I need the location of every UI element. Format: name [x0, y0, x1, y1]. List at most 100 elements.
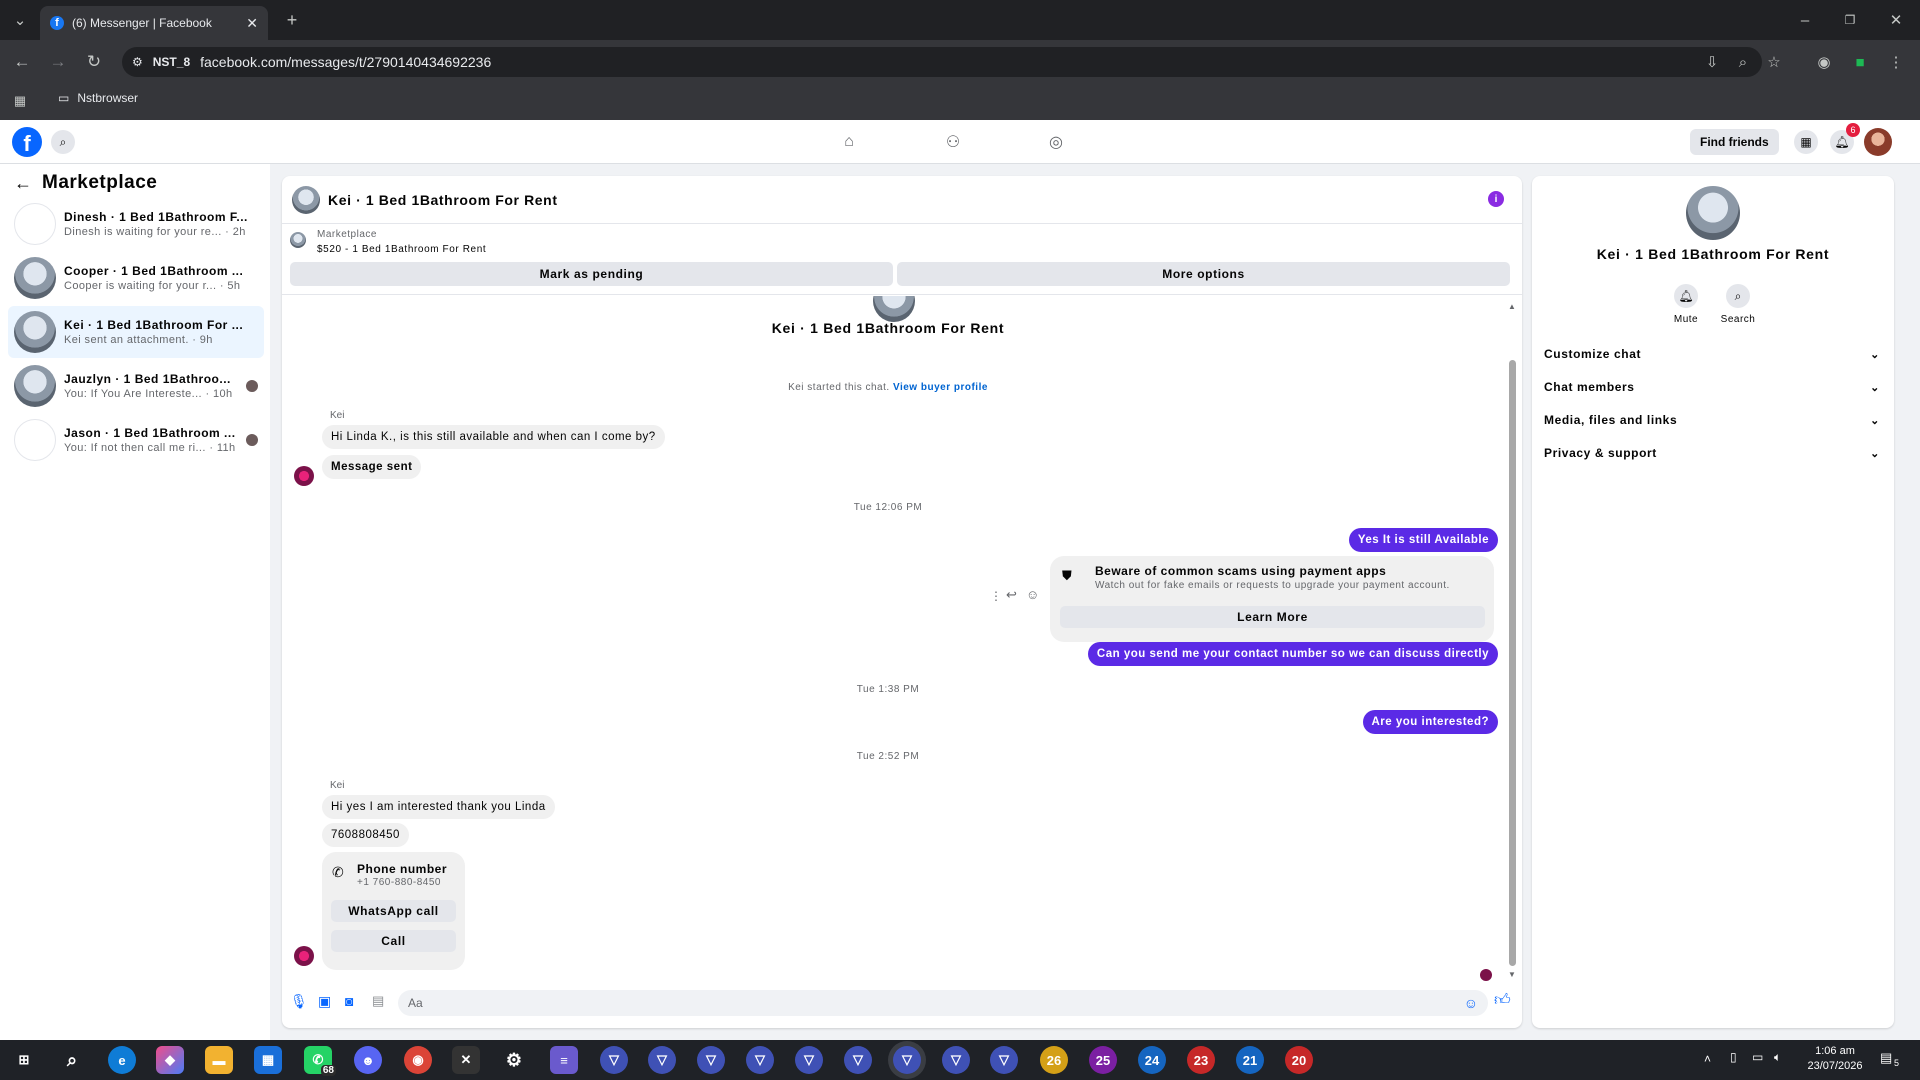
thumbs-up-icon[interactable]: 👍︎ — [1494, 991, 1511, 1010]
xbox-icon[interactable]: ✕ — [452, 1046, 480, 1074]
whatsapp-call-button[interactable]: WhatsApp call — [331, 900, 456, 922]
privacy-support-section[interactable]: Privacy & support ⌄ — [1544, 441, 1880, 465]
view-buyer-profile-link[interactable]: View buyer profile — [893, 382, 988, 393]
zoom-icon[interactable]: ⌕ — [1731, 50, 1755, 74]
network-icon[interactable]: ▭ — [1752, 1050, 1763, 1064]
conversation-cooper[interactable]: Cooper · 1 Bed 1Bathroom ... Cooper is w… — [8, 252, 264, 304]
numbered-app-icon[interactable]: 20 — [1285, 1046, 1313, 1074]
nstbrowser-icon[interactable]: ▽ — [648, 1046, 676, 1074]
browser-menu-icon[interactable]: ⋮ — [1884, 50, 1908, 74]
search-in-conversation-button[interactable]: ⌕ Search — [1718, 284, 1758, 325]
page-scrollbar[interactable] — [1906, 164, 1918, 1040]
message-bubble-incoming[interactable]: Message sent — [322, 455, 422, 479]
site-info-icon[interactable]: ⚙ — [132, 55, 143, 69]
nstbrowser-icon[interactable]: ▽ — [746, 1046, 774, 1074]
new-tab-plus-icon[interactable]: + — [280, 8, 304, 32]
restore-window-icon[interactable]: ❐ — [1838, 8, 1862, 32]
numbered-app-icon[interactable]: 24 — [1138, 1046, 1166, 1074]
chat-scrollbar[interactable]: ▲ ▼ — [1508, 302, 1516, 980]
listing-thumbnail[interactable] — [290, 232, 306, 248]
details-avatar[interactable] — [1686, 186, 1740, 240]
menu-grid-icon[interactable]: ▦ — [1794, 130, 1818, 154]
scrollbar-thumb[interactable] — [1509, 360, 1516, 966]
nstbrowser-icon[interactable]: ▽ — [697, 1046, 725, 1074]
chat-profile-avatar[interactable] — [873, 296, 915, 322]
sticker-icon[interactable]: ◙ — [345, 993, 353, 1009]
conversation-jason[interactable]: Jason · 1 Bed 1Bathroom ... You: If not … — [8, 414, 264, 466]
volume-icon[interactable]: 🔈︎ — [1774, 1050, 1781, 1065]
nstbrowser-icon[interactable]: ▽ — [844, 1046, 872, 1074]
emoji-icon[interactable]: ☺ — [1464, 995, 1478, 1011]
conversation-jauzlyn[interactable]: Jauzlyn · 1 Bed 1Bathroo... You: If You … — [8, 360, 264, 412]
microsoft-store-icon[interactable]: ▦ — [254, 1046, 282, 1074]
call-button[interactable]: Call — [331, 930, 456, 952]
home-icon[interactable]: ⌂ — [837, 130, 861, 154]
message-input[interactable]: Aa ☺ — [398, 990, 1488, 1016]
message-bubble-outgoing[interactable]: Yes It is still Available — [1348, 528, 1498, 552]
microphone-icon[interactable]: 🎙︎ — [290, 993, 308, 1010]
message-bubble-incoming[interactable]: Hi yes I am interested thank you Linda — [322, 795, 555, 819]
numbered-app-icon[interactable]: 23 — [1187, 1046, 1215, 1074]
more-actions-icon[interactable]: ⋮ — [990, 589, 1002, 603]
find-friends-button[interactable]: Find friends — [1690, 129, 1779, 155]
address-bar[interactable]: ⚙ NST_8 facebook.com/messages/t/27901404… — [122, 47, 1762, 77]
windows-start-icon[interactable]: ⊞ — [10, 1046, 38, 1074]
meet-now-icon[interactable]: ▯ — [1730, 1050, 1737, 1064]
conversation-kei[interactable]: Kei · 1 Bed 1Bathroom For ... Kei sent a… — [8, 306, 264, 358]
message-bubble-outgoing[interactable]: Can you send me your contact number so w… — [1087, 642, 1498, 666]
profile-avatar[interactable] — [1864, 128, 1892, 156]
browser-tab-messenger[interactable]: f (6) Messenger | Facebook ✕ — [40, 6, 268, 40]
sender-avatar[interactable] — [294, 466, 314, 486]
tab-search-chevron-icon[interactable]: ⌄ — [8, 8, 32, 32]
chat-members-section[interactable]: Chat members ⌄ — [1544, 375, 1880, 399]
minimize-window-icon[interactable]: – — [1793, 8, 1817, 32]
chat-header-title[interactable]: Kei · 1 Bed 1Bathroom For Rent — [328, 192, 558, 208]
discord-icon[interactable]: ☻ — [354, 1046, 382, 1074]
show-hidden-icons-chevron-icon[interactable]: ˄ — [1704, 1052, 1711, 1066]
system-clock[interactable]: 1:06 am 23/07/2026 — [1800, 1044, 1870, 1074]
mute-button[interactable]: 🔔︎ Mute — [1666, 284, 1706, 325]
tab-close-icon[interactable]: ✕ — [246, 15, 258, 32]
groups-icon[interactable]: ◎ — [1044, 130, 1068, 154]
stremio-icon[interactable]: ≡ — [550, 1046, 578, 1074]
edge-browser-icon[interactable]: e — [108, 1046, 136, 1074]
gif-icon[interactable]: ▤ — [372, 993, 384, 1009]
chat-header-avatar[interactable] — [292, 185, 320, 214]
numbered-app-icon[interactable]: 25 — [1089, 1046, 1117, 1074]
copilot-icon[interactable]: ◆ — [156, 1046, 184, 1074]
listing-title-price[interactable]: $520 - 1 Bed 1Bathroom For Rent — [317, 244, 486, 255]
search-icon[interactable]: ⌕ — [58, 1046, 86, 1074]
numbered-app-icon[interactable]: 26 — [1040, 1046, 1068, 1074]
install-app-icon[interactable]: ⇩ — [1700, 50, 1724, 74]
apps-grid-icon[interactable]: ▦ — [8, 89, 32, 113]
notification-center-icon[interactable]: ▤ — [1880, 1050, 1892, 1066]
message-bubble-incoming[interactable]: 7608808450 — [322, 823, 409, 847]
nstbrowser-icon[interactable]: ▽ — [942, 1046, 970, 1074]
react-emoji-icon[interactable]: ☺ — [1026, 587, 1039, 602]
numbered-app-icon[interactable]: 21 — [1236, 1046, 1264, 1074]
account-icon[interactable]: ◉ — [1812, 50, 1836, 74]
url-text[interactable]: facebook.com/messages/t/2790140434692236 — [200, 54, 491, 70]
bookmark-folder-nstbrowser[interactable]: ▭ Nstbrowser — [58, 91, 138, 105]
file-explorer-icon[interactable]: ▬ — [205, 1046, 233, 1074]
scroll-down-arrow-icon[interactable]: ▼ — [1508, 970, 1516, 979]
scroll-up-arrow-icon[interactable]: ▲ — [1508, 302, 1516, 311]
message-bubble-incoming[interactable]: Hi Linda K., is this still available and… — [322, 425, 665, 449]
settings-gear-icon[interactable]: ⚙ — [500, 1046, 528, 1074]
friends-icon[interactable]: ⚇ — [941, 130, 965, 154]
close-window-icon[interactable]: ✕ — [1884, 8, 1908, 32]
customize-chat-section[interactable]: Customize chat ⌄ — [1544, 342, 1880, 366]
attach-image-icon[interactable]: ▣ — [318, 993, 331, 1010]
nstbrowser-icon[interactable]: ▽ — [990, 1046, 1018, 1074]
back-arrow-icon[interactable]: ← — [10, 50, 34, 74]
message-bubble-outgoing[interactable]: Are you interested? — [1362, 710, 1498, 734]
reply-icon[interactable]: ↩ — [1006, 587, 1017, 603]
conversation-dinesh[interactable]: Dinesh · 1 Bed 1Bathroom F... Dinesh is … — [8, 198, 264, 250]
conversation-info-icon[interactable]: i — [1488, 191, 1504, 207]
facebook-logo[interactable]: f — [12, 127, 42, 157]
bookmark-star-icon[interactable]: ☆ — [1762, 50, 1786, 74]
chrome-icon[interactable]: ◉ — [404, 1046, 432, 1074]
forward-arrow-icon[interactable]: → — [46, 50, 70, 74]
sender-avatar[interactable] — [294, 946, 314, 966]
search-icon[interactable]: ⌕ — [51, 130, 75, 154]
